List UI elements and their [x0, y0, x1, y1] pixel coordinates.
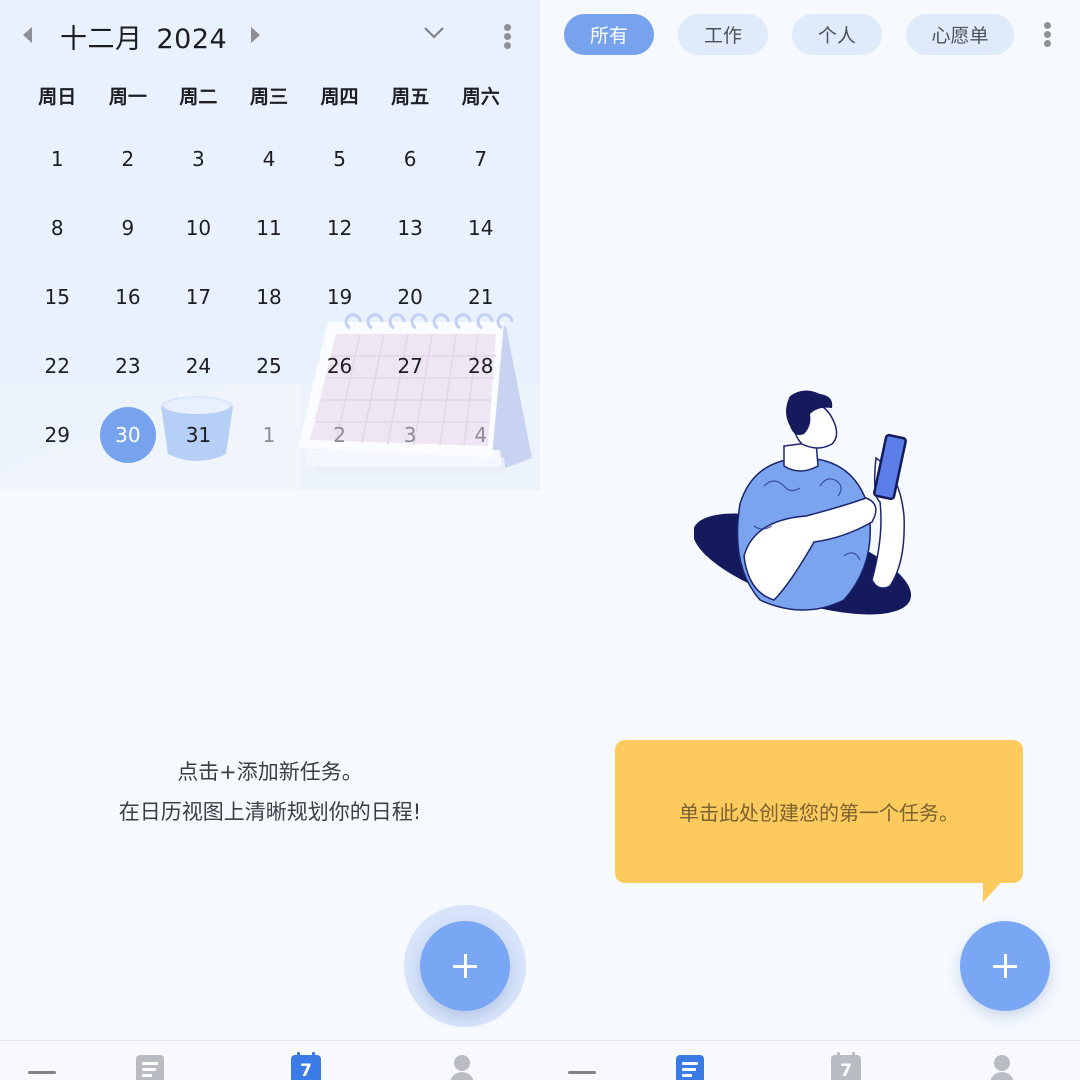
nav-profile-icon[interactable]	[449, 1055, 475, 1080]
filter-chip-personal[interactable]: 个人	[792, 14, 882, 55]
calendar-day[interactable]: 17	[163, 262, 234, 331]
task-list-screen: 所有 工作 个人 心愿单 单击此处创建您的第一个任务。 7	[540, 0, 1080, 1080]
calendar-day[interactable]: 4	[445, 400, 516, 469]
weekday-header-row: 周日 周一 周二 周三 周四 周五 周六	[22, 82, 516, 109]
calendar-day-selected[interactable]: 30	[93, 400, 164, 469]
calendar-day[interactable]: 25	[234, 331, 305, 400]
calendar-day[interactable]: 31	[163, 400, 234, 469]
calendar-day[interactable]: 6	[375, 124, 446, 193]
month-title[interactable]: 十二月 2024	[60, 17, 227, 56]
add-task-button[interactable]	[420, 921, 510, 1011]
weekday-label: 周二	[179, 86, 218, 108]
year-label: 2024	[156, 24, 228, 55]
first-task-tooltip[interactable]: 单击此处创建您的第一个任务。	[615, 740, 1023, 883]
nav-menu-dash-icon[interactable]	[28, 1071, 56, 1074]
calendar-day[interactable]: 7	[445, 124, 516, 193]
calendar-day[interactable]: 20	[375, 262, 446, 331]
calendar-day[interactable]: 9	[93, 193, 164, 262]
nav-tasks-icon[interactable]	[676, 1055, 704, 1080]
calendar-day-grid: 1 2 3 4 5 6 7 8 9 10 11 12 13 14 15 16 17 18 19 20 21 22 23 24 2…	[22, 124, 516, 469]
calendar-day[interactable]: 13	[375, 193, 446, 262]
calendar-day[interactable]: 29	[22, 400, 93, 469]
calendar-day[interactable]: 22	[22, 331, 93, 400]
calendar-day[interactable]: 12	[304, 193, 375, 262]
more-vertical-icon[interactable]	[503, 24, 511, 52]
weekday-label: 周四	[320, 86, 359, 108]
calendar-panel: 十二月 2024 周日 周一 周二 周三 周四 周五 周六 1 2 3 4 5 6 7 8 9 10 11 12 13…	[0, 0, 540, 490]
calendar-day[interactable]: 15	[22, 262, 93, 331]
weekday-label: 周三	[249, 86, 288, 108]
calendar-day[interactable]: 28	[445, 331, 516, 400]
filter-chip-work[interactable]: 工作	[678, 14, 768, 55]
calendar-day[interactable]: 16	[93, 262, 164, 331]
calendar-badge: 7	[840, 1061, 852, 1080]
more-vertical-icon[interactable]	[1043, 22, 1051, 50]
calendar-day[interactable]: 21	[445, 262, 516, 331]
nav-calendar-icon[interactable]: 7	[831, 1052, 861, 1080]
bottom-navigation: 7	[540, 1040, 1080, 1080]
calendar-day[interactable]: 1	[22, 124, 93, 193]
nav-tasks-icon[interactable]	[136, 1055, 164, 1080]
weekday-label: 周六	[461, 86, 500, 108]
calendar-day[interactable]: 18	[234, 262, 305, 331]
nav-calendar-icon[interactable]: 7	[291, 1052, 321, 1080]
calendar-header: 十二月 2024	[0, 0, 540, 72]
calendar-day[interactable]: 8	[22, 193, 93, 262]
calendar-day[interactable]: 10	[163, 193, 234, 262]
calendar-badge: 7	[300, 1061, 312, 1080]
filter-chip-all[interactable]: 所有	[564, 14, 654, 55]
nav-profile-icon[interactable]	[989, 1055, 1015, 1080]
calendar-day[interactable]: 11	[234, 193, 305, 262]
add-task-button[interactable]	[960, 921, 1050, 1011]
calendar-day[interactable]: 19	[304, 262, 375, 331]
weekday-label: 周日	[38, 86, 77, 108]
calendar-screen: 十二月 2024 周日 周一 周二 周三 周四 周五 周六 1 2 3 4 5 6 7 8 9 10 11 12 13…	[0, 0, 540, 1080]
calendar-day[interactable]: 1	[234, 400, 305, 469]
calendar-day[interactable]: 26	[304, 331, 375, 400]
filter-chip-wishlist[interactable]: 心愿单	[906, 14, 1014, 55]
calendar-day[interactable]: 23	[93, 331, 164, 400]
empty-state-message: 点击+添加新任务。 在日历视图上清晰规划你的日程!	[0, 752, 540, 832]
plus-icon	[993, 954, 1017, 978]
month-label: 十二月	[60, 24, 143, 55]
empty-state-line-2: 在日历视图上清晰规划你的日程!	[118, 800, 422, 824]
caret-right-icon[interactable]	[251, 27, 260, 43]
calendar-day[interactable]: 2	[304, 400, 375, 469]
plus-icon	[453, 954, 477, 978]
weekday-label: 周五	[391, 86, 430, 108]
chevron-down-icon[interactable]	[423, 26, 445, 40]
calendar-day[interactable]: 3	[163, 124, 234, 193]
caret-left-icon[interactable]	[23, 27, 32, 43]
calendar-day[interactable]: 27	[375, 331, 446, 400]
tooltip-pointer	[983, 880, 1003, 902]
calendar-day[interactable]: 14	[445, 193, 516, 262]
calendar-day[interactable]: 2	[93, 124, 164, 193]
tooltip-text: 单击此处创建您的第一个任务。	[679, 801, 959, 825]
category-filter-bar: 所有 工作 个人 心愿单	[540, 14, 1080, 56]
weekday-label: 周一	[108, 86, 147, 108]
empty-state-line-1: 点击+添加新任务。	[177, 760, 363, 784]
calendar-day[interactable]: 4	[234, 124, 305, 193]
bottom-navigation: 7	[0, 1040, 540, 1080]
person-with-phone-illustration	[694, 390, 912, 615]
calendar-day[interactable]: 5	[304, 124, 375, 193]
nav-menu-dash-icon[interactable]	[568, 1071, 596, 1074]
calendar-day[interactable]: 3	[375, 400, 446, 469]
calendar-day[interactable]: 24	[163, 331, 234, 400]
